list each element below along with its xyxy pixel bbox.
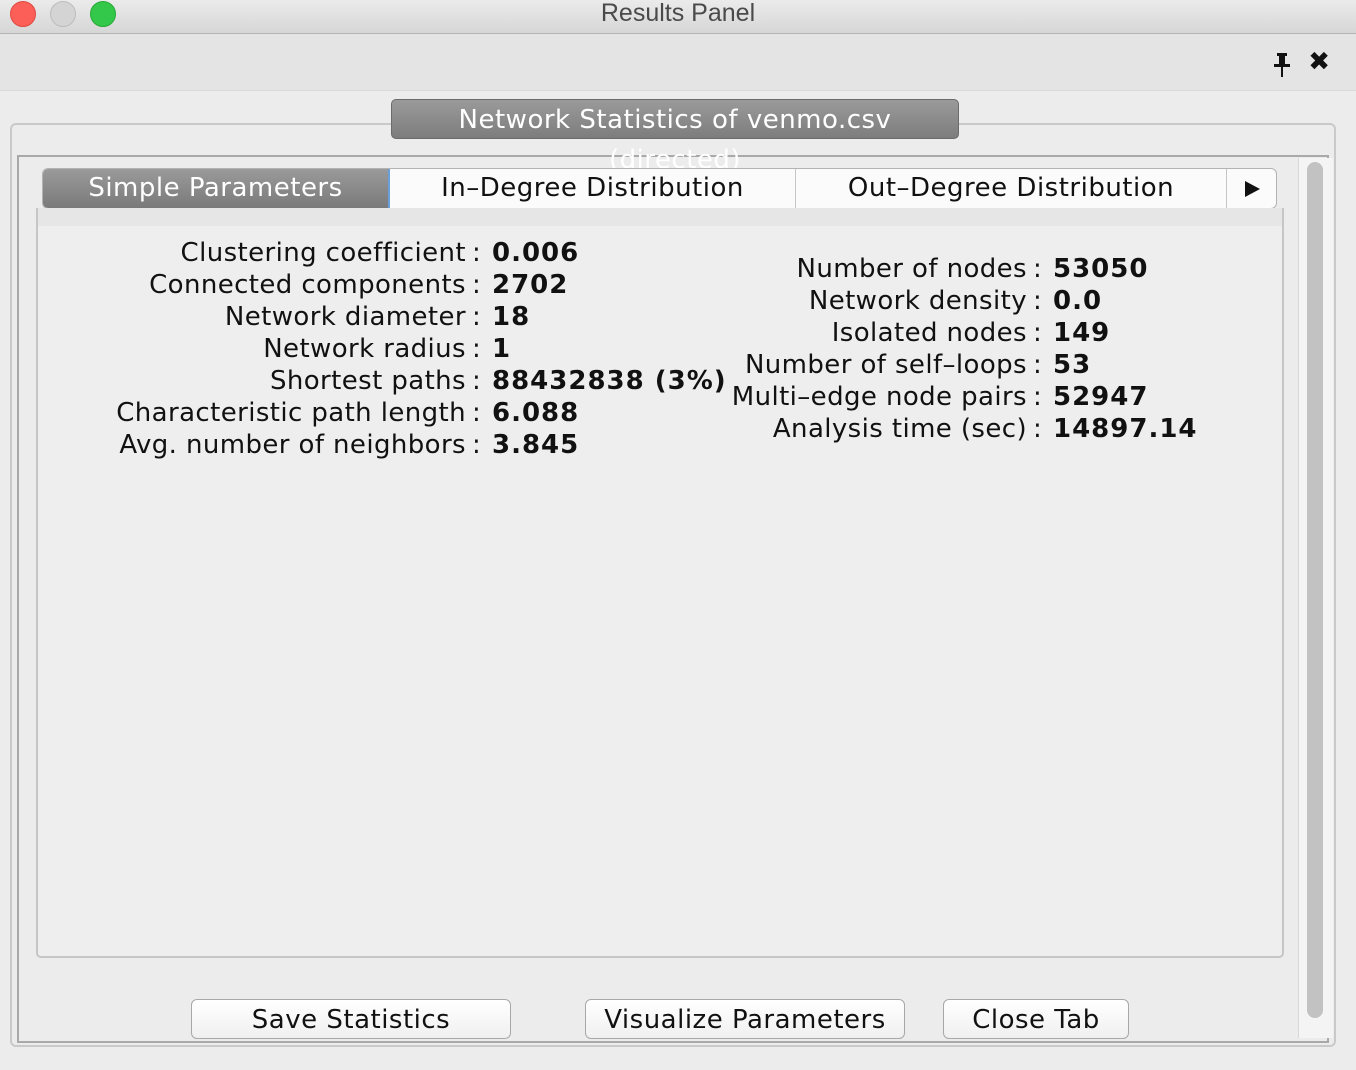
stat-colon: : <box>472 238 482 268</box>
window-titlebar: Results Panel <box>0 0 1356 34</box>
stat-label: Network radius <box>263 334 466 364</box>
stat-colon: : <box>472 334 482 364</box>
visualize-parameters-button[interactable]: Visualize Parameters <box>585 999 905 1039</box>
stat-label: Multi–edge node pairs <box>731 382 1027 412</box>
scrollbar-thumb[interactable] <box>1307 162 1323 1018</box>
stat-value: 53 <box>1053 350 1092 380</box>
stat-row: Shortest paths : 88432838 (3%) <box>0 365 726 397</box>
save-statistics-button[interactable]: Save Statistics <box>191 999 511 1039</box>
stat-row: Analysis time (sec) : 14897.14 <box>700 413 1260 445</box>
stat-row: Clustering coefficient : 0.006 <box>0 237 700 269</box>
stat-colon: : <box>472 430 482 460</box>
stat-colon: : <box>1033 350 1043 380</box>
stat-label: Shortest paths <box>269 366 466 396</box>
pin-icon[interactable] <box>1270 52 1294 78</box>
stat-value: 2702 <box>492 270 569 300</box>
stat-row: Avg. number of neighbors : 3.845 <box>0 429 700 461</box>
stat-label: Network diameter <box>224 302 466 332</box>
stat-label: Clustering coefficient <box>180 238 466 268</box>
stat-label: Network density <box>808 286 1027 316</box>
stat-colon: : <box>1033 318 1043 348</box>
stat-colon: : <box>472 270 482 300</box>
group-title: Network Statistics of venmo.csv (directe… <box>391 99 959 175</box>
stat-label: Number of self–loops <box>744 350 1027 380</box>
stat-value: 18 <box>492 302 531 332</box>
stat-row: Multi–edge node pairs : 52947 <box>700 381 1260 413</box>
window-title: Results Panel <box>600 0 756 27</box>
stat-row: Characteristic path length : 6.088 <box>0 397 700 429</box>
stat-row: Network diameter : 18 <box>0 301 700 333</box>
stat-row: Network density : 0.0 <box>700 285 1260 317</box>
tab-simple-parameters[interactable]: Simple Parameters <box>43 169 390 208</box>
close-tab-button[interactable]: Close Tab <box>943 999 1129 1039</box>
stat-colon: : <box>1033 286 1043 316</box>
panel-toolbar: ✖ <box>0 34 1356 91</box>
tab-in-degree-distribution[interactable]: In–Degree Distribution <box>390 169 796 208</box>
close-icon[interactable]: ✖ <box>1308 49 1330 75</box>
panel-header-strip <box>38 208 1282 226</box>
stat-row: Isolated nodes : 149 <box>700 317 1260 349</box>
stat-value: 88432838 (3%) <box>492 366 727 396</box>
stat-row: Connected components : 2702 <box>0 269 700 301</box>
stat-row: Number of nodes : 53050 <box>700 253 1260 285</box>
triangle-right-icon <box>1245 181 1260 197</box>
stat-value: 14897.14 <box>1053 414 1198 444</box>
stat-colon: : <box>1033 382 1043 412</box>
stat-label: Isolated nodes <box>831 318 1027 348</box>
stat-row: Number of self–loops : 53 <box>700 349 1260 381</box>
stat-value: 3.845 <box>492 430 580 460</box>
stat-colon: : <box>1033 254 1043 284</box>
stat-value: 52947 <box>1053 382 1149 412</box>
stat-value: 0.0 <box>1053 286 1103 316</box>
stat-value: 1 <box>492 334 512 364</box>
stat-value: 0.006 <box>492 238 580 268</box>
stat-label: Connected components <box>149 270 466 300</box>
stat-label: Characteristic path length <box>116 398 466 428</box>
stat-colon: : <box>1033 414 1043 444</box>
stat-colon: : <box>472 302 482 332</box>
stat-colon: : <box>472 366 482 396</box>
tab-out-degree-distribution[interactable]: Out–Degree Distribution <box>796 169 1227 208</box>
stat-value: 53050 <box>1053 254 1149 284</box>
stat-label: Avg. number of neighbors <box>119 430 466 460</box>
stat-value: 6.088 <box>492 398 580 428</box>
stat-label: Analysis time (sec) <box>772 414 1027 444</box>
more-tabs-button[interactable] <box>1227 169 1276 208</box>
stat-label: Number of nodes <box>796 254 1027 284</box>
stat-row: Network radius : 1 <box>0 333 700 365</box>
tab-bar: Simple Parameters In–Degree Distribution… <box>42 168 1277 209</box>
stat-value: 149 <box>1053 318 1111 348</box>
stat-colon: : <box>472 398 482 428</box>
